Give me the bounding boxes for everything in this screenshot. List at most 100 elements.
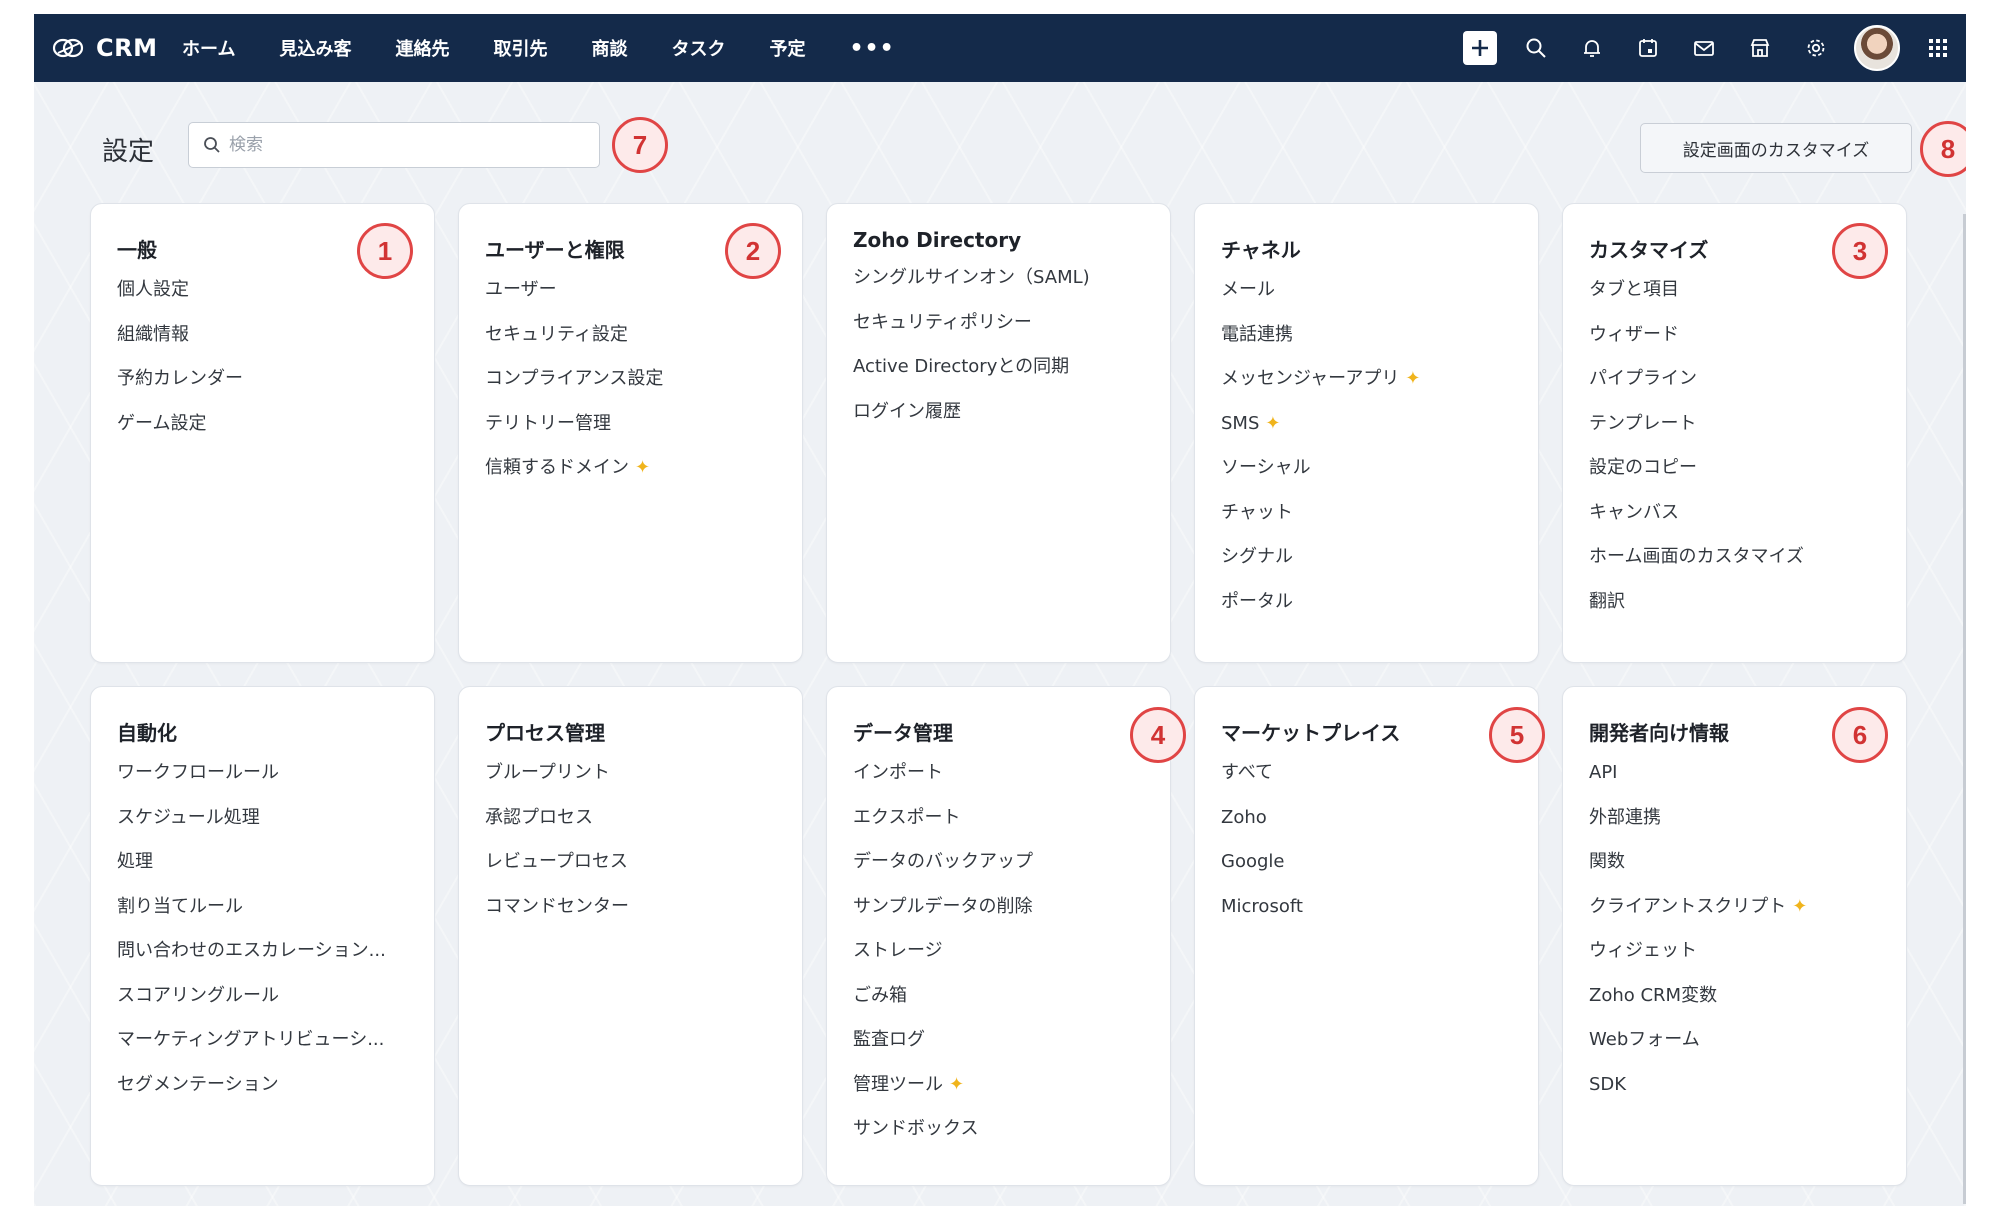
card-item-functions[interactable]: 関数 xyxy=(1589,848,1880,893)
card-item-workflow-rules[interactable]: ワークフロールール xyxy=(117,759,408,804)
card-item-sdk[interactable]: SDK xyxy=(1589,1071,1880,1116)
nav-item-home[interactable]: ホーム xyxy=(182,35,235,61)
global-search-button[interactable] xyxy=(1508,14,1564,82)
card-item-marketing-attribution[interactable]: マーケティングアトリビューシ... xyxy=(117,1026,408,1071)
card-item-review-processes[interactable]: レビュープロセス xyxy=(485,848,776,893)
card-item-label: 管理ツール xyxy=(853,1073,943,1095)
callout-badge-1: 1 xyxy=(357,223,413,279)
nav-item-events[interactable]: 予定 xyxy=(769,35,805,61)
card-item-import[interactable]: インポート xyxy=(853,759,1144,804)
card-item-modules-fields[interactable]: タブと項目 xyxy=(1589,276,1880,321)
card-title: プロセス管理 xyxy=(485,721,605,745)
card-item-admin-tools[interactable]: 管理ツール ✦ xyxy=(853,1071,1144,1116)
card-item-widgets[interactable]: ウィジェット xyxy=(1589,937,1880,982)
card-item-crm-variables[interactable]: Zoho CRM変数 xyxy=(1589,982,1880,1027)
top-right-tools xyxy=(1452,14,1966,82)
card-item-translations[interactable]: 翻訳 xyxy=(1589,588,1880,633)
card-item-login-history[interactable]: ログイン履歴 xyxy=(853,398,1144,443)
card-item-connections[interactable]: 外部連携 xyxy=(1589,804,1880,849)
card-item-audit-log[interactable]: 監査ログ xyxy=(853,1026,1144,1071)
card-item-approval-processes[interactable]: 承認プロセス xyxy=(485,804,776,849)
nav-item-contacts[interactable]: 連絡先 xyxy=(395,35,449,61)
callout-badge-4: 4 xyxy=(1130,707,1186,763)
card-item-templates[interactable]: テンプレート xyxy=(1589,410,1880,455)
card-item-canvas[interactable]: キャンバス xyxy=(1589,499,1880,544)
card-item-segmentation[interactable]: セグメンテーション xyxy=(117,1071,408,1116)
card-title: Zoho Directory xyxy=(853,228,1022,252)
page-scrollbar[interactable] xyxy=(1963,214,1966,1204)
card-item-web-forms[interactable]: Webフォーム xyxy=(1589,1026,1880,1071)
card-item-sandbox[interactable]: サンドボックス xyxy=(853,1115,1144,1160)
card-item-remove-sample-data[interactable]: サンプルデータの削除 xyxy=(853,893,1144,938)
card-item-command-center[interactable]: コマンドセンター xyxy=(485,893,776,938)
card-item-assignment-rules[interactable]: 割り当てルール xyxy=(117,893,408,938)
settings-button[interactable] xyxy=(1788,14,1844,82)
card-item-actions[interactable]: 処理 xyxy=(117,848,408,893)
card-item-label: メッセンジャーアプリ xyxy=(1221,368,1400,389)
notifications-button[interactable] xyxy=(1564,14,1620,82)
card-item-pipelines[interactable]: パイプライン xyxy=(1589,365,1880,410)
top-nav-bar: CRM ホーム 見込み客 連絡先 取引先 商談 タスク 予定 ••• xyxy=(34,14,1966,82)
card-item-users[interactable]: ユーザー xyxy=(485,276,776,321)
apps-button[interactable] xyxy=(1910,14,1966,82)
card-item-microsoft[interactable]: Microsoft xyxy=(1221,893,1512,938)
card-item-single-sign-on[interactable]: シングルサインオン（SAML) xyxy=(853,264,1144,309)
settings-card-channels: チャネル メール 電話連携 メッセンジャーアプリ ✦ SMS ✦ ソーシャル チャッ… xyxy=(1194,203,1539,663)
card-item-gamescope[interactable]: ゲーム設定 xyxy=(117,410,408,455)
marketplace-button[interactable] xyxy=(1732,14,1788,82)
calendar-icon xyxy=(1639,39,1657,57)
brand-logo[interactable]: CRM xyxy=(52,34,182,62)
card-item-api[interactable]: API xyxy=(1589,759,1880,804)
card-item-storage[interactable]: ストレージ xyxy=(853,937,1144,982)
card-item-all[interactable]: すべて xyxy=(1221,759,1512,804)
card-item-security-control[interactable]: セキュリティ設定 xyxy=(485,321,776,366)
settings-search-box[interactable] xyxy=(188,122,600,168)
card-item-client-script[interactable]: クライアントスクリプト ✦ xyxy=(1589,893,1880,938)
card-item-schedules[interactable]: スケジュール処理 xyxy=(117,804,408,849)
card-item-signals[interactable]: シグナル xyxy=(1221,543,1512,588)
card-item-telephony[interactable]: 電話連携 xyxy=(1221,321,1512,366)
card-item-sms[interactable]: SMS ✦ xyxy=(1221,410,1512,455)
card-item-booking-calendar[interactable]: 予約カレンダー xyxy=(117,365,408,410)
create-button[interactable] xyxy=(1452,14,1508,82)
card-item-blueprint[interactable]: ブループリント xyxy=(485,759,776,804)
card-item-security-policies[interactable]: セキュリティポリシー xyxy=(853,309,1144,354)
calendar-button[interactable] xyxy=(1620,14,1676,82)
card-item-personal-settings[interactable]: 個人設定 xyxy=(117,276,408,321)
card-item-email[interactable]: メール xyxy=(1221,276,1512,321)
nav-item-tasks[interactable]: タスク xyxy=(671,35,725,61)
card-item-zoho[interactable]: Zoho xyxy=(1221,804,1512,849)
avatar[interactable] xyxy=(1854,25,1900,71)
card-item-company-details[interactable]: 組織情報 xyxy=(117,321,408,366)
card-item-territory-management[interactable]: テリトリー管理 xyxy=(485,410,776,455)
card-item-compliance-settings[interactable]: コンプライアンス設定 xyxy=(485,365,776,410)
card-item-label: SMS xyxy=(1221,412,1260,434)
card-item-wizards[interactable]: ウィザード xyxy=(1589,321,1880,366)
callout-badge-5: 5 xyxy=(1489,707,1545,763)
card-item-chat[interactable]: チャット xyxy=(1221,499,1512,544)
nav-item-leads[interactable]: 見込み客 xyxy=(279,35,351,61)
nav-item-deals[interactable]: 商談 xyxy=(591,35,627,61)
customize-settings-button[interactable]: 設定画面のカスタマイズ xyxy=(1640,123,1912,173)
nav-more-button[interactable]: ••• xyxy=(849,36,894,61)
card-title: マーケットプレイス xyxy=(1221,721,1401,745)
card-item-export[interactable]: エクスポート xyxy=(853,804,1144,849)
card-item-social[interactable]: ソーシャル xyxy=(1221,454,1512,499)
card-item-data-backup[interactable]: データのバックアップ xyxy=(853,848,1144,893)
sparkle-icon: ✦ xyxy=(1405,368,1421,389)
card-item-scoring-rules[interactable]: スコアリングルール xyxy=(117,982,408,1027)
card-item-recycle-bin[interactable]: ごみ箱 xyxy=(853,982,1144,1027)
card-item-portals[interactable]: ポータル xyxy=(1221,588,1512,633)
card-item-customize-home-page[interactable]: ホーム画面のカスタマイズ xyxy=(1589,543,1880,588)
settings-search-input[interactable] xyxy=(229,135,579,155)
card-item-copy-customization[interactable]: 設定のコピー xyxy=(1589,454,1880,499)
card-item-active-directory-sync[interactable]: Active Directoryとの同期 xyxy=(853,353,1144,398)
card-item-google[interactable]: Google xyxy=(1221,848,1512,893)
store-icon xyxy=(1750,39,1770,57)
mail-button[interactable] xyxy=(1676,14,1732,82)
card-item-messenger-apps[interactable]: メッセンジャーアプリ ✦ xyxy=(1221,365,1512,410)
brand-name: CRM xyxy=(96,34,158,62)
nav-item-accounts[interactable]: 取引先 xyxy=(493,35,547,61)
card-item-case-escalation[interactable]: 問い合わせのエスカレーション... xyxy=(117,937,408,982)
card-item-trusted-domains[interactable]: 信頼するドメイン ✦ xyxy=(485,454,776,499)
